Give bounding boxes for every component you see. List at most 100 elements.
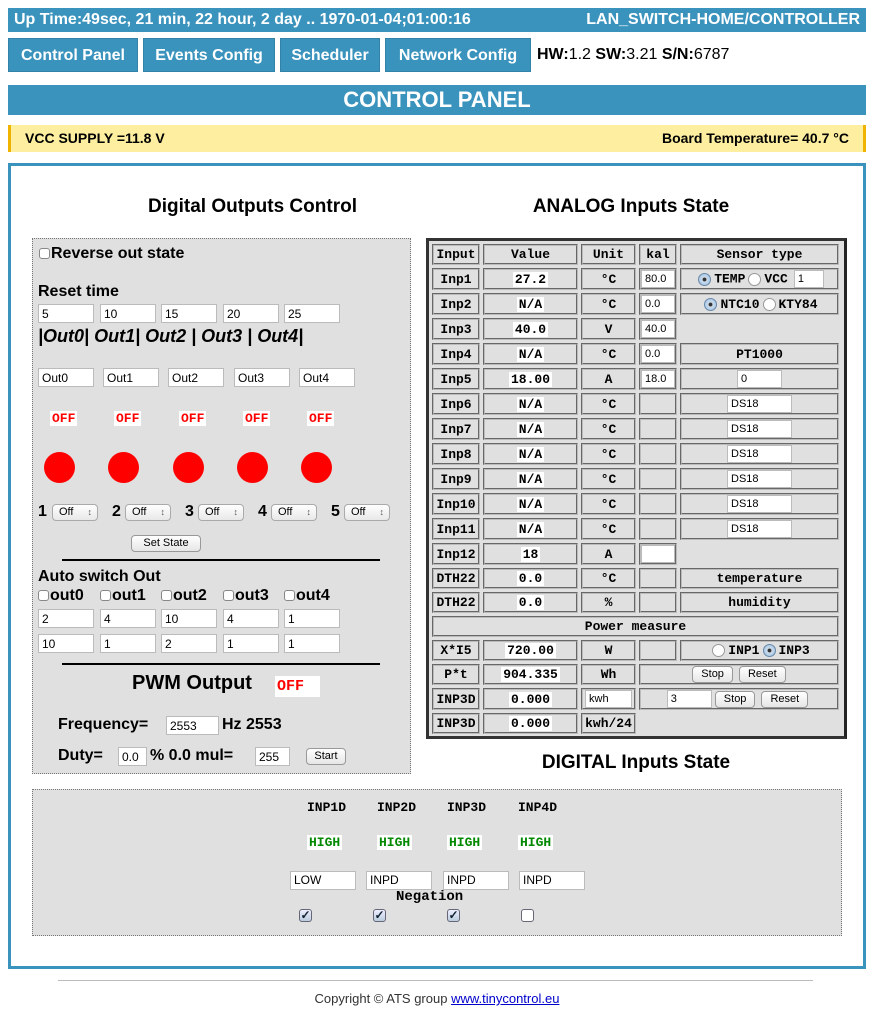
auto-on-time-input[interactable] — [223, 609, 279, 628]
board-temperature: Board Temperature= 40.7 °C — [661, 130, 849, 146]
kal-input[interactable]: 80.0 — [641, 270, 675, 288]
digital-input-state: HIGH — [518, 835, 554, 850]
kal-input[interactable]: 0.0 — [641, 345, 675, 363]
input-name: DTH22 — [432, 568, 480, 589]
radio-button[interactable] — [712, 644, 726, 658]
auto-switch-checkbox[interactable]: out1 — [100, 587, 146, 605]
mul-input[interactable] — [255, 747, 290, 766]
kal-input[interactable]: 18.0 — [641, 370, 675, 388]
negation-checkbox[interactable]: ✓ — [373, 909, 386, 922]
reset-button[interactable]: Reset — [738, 666, 786, 683]
auto-off-time-input[interactable] — [100, 634, 156, 653]
sensor-input[interactable]: DS18 — [727, 520, 792, 538]
unit-input[interactable]: kwh — [585, 690, 632, 708]
output-name-input[interactable] — [168, 368, 224, 387]
negation-checkbox[interactable]: ✓ — [447, 909, 460, 922]
radio-button[interactable] — [748, 272, 762, 286]
auto-switch-checkbox[interactable]: out3 — [223, 587, 269, 605]
kal-cell — [639, 543, 677, 565]
kal-input[interactable] — [641, 545, 675, 563]
digital-input-label-input[interactable]: INPD — [443, 871, 509, 890]
vcc-supply: VCC SUPPLY =11.8 V — [25, 130, 165, 146]
input-name: Inp6 — [432, 393, 480, 415]
auto-on-time-input[interactable] — [161, 609, 217, 628]
auto-on-time-input[interactable] — [284, 609, 340, 628]
output-state-select[interactable]: Off — [271, 504, 317, 521]
radio-button[interactable] — [762, 644, 776, 658]
radio-button[interactable] — [762, 297, 776, 311]
output-name-input[interactable] — [299, 368, 355, 387]
reset-time-input[interactable] — [223, 304, 279, 323]
auto-on-time-input[interactable] — [38, 609, 94, 628]
reset-time-input[interactable] — [100, 304, 156, 323]
sensor-input[interactable]: DS18 — [727, 470, 792, 488]
reverse-out-state[interactable]: Reverse out state — [39, 245, 184, 263]
negation-checkbox[interactable] — [521, 909, 534, 922]
checkbox[interactable] — [100, 590, 111, 602]
output-name-input[interactable] — [38, 368, 94, 387]
auto-switch-label: Auto switch Out — [38, 568, 161, 585]
input-unit: kwh — [581, 688, 636, 710]
digital-input-label-input[interactable]: INPD — [366, 871, 432, 890]
sensor-input[interactable]: DS18 — [727, 395, 792, 413]
auto-switch-checkbox[interactable]: out0 — [38, 587, 84, 605]
input-name-text: Inp12 — [436, 546, 476, 562]
checkbox[interactable] — [38, 590, 49, 602]
reset-button[interactable]: Reset — [761, 690, 809, 708]
sensor-input[interactable]: DS18 — [727, 495, 792, 513]
digital-input-label-input[interactable]: INPD — [519, 871, 585, 890]
auto-off-time-input[interactable] — [161, 634, 217, 653]
input-unit: °C — [581, 418, 636, 440]
frequency-input[interactable] — [166, 716, 219, 735]
radio-button[interactable] — [704, 297, 718, 311]
sensor-param-input[interactable]: 1 — [793, 270, 824, 288]
input-unit: °C — [581, 518, 636, 540]
input-name: Inp7 — [432, 418, 480, 440]
auto-off-time-input[interactable] — [38, 634, 94, 653]
start-button[interactable]: Start — [306, 748, 346, 765]
reverse-checkbox[interactable] — [39, 248, 50, 260]
output-name-input[interactable] — [103, 368, 159, 387]
nav-network-config[interactable]: Network Config — [385, 38, 531, 72]
nav-events-config[interactable]: Events Config — [143, 38, 275, 72]
auto-out-label: out1 — [112, 587, 146, 604]
input-name: Inp10 — [432, 493, 480, 515]
checkbox[interactable] — [223, 590, 234, 602]
input-name-text: Inp8 — [440, 446, 472, 462]
output-state-select[interactable]: Off — [52, 504, 98, 521]
reset-time-input[interactable] — [284, 304, 340, 323]
negation-checkbox[interactable]: ✓ — [299, 909, 312, 922]
sensor-input[interactable]: 0 — [737, 370, 782, 388]
output-state-select[interactable]: Off — [344, 504, 390, 521]
sensor-input[interactable]: DS18 — [727, 445, 792, 463]
input-name: Inp12 — [432, 543, 480, 565]
counter-input[interactable]: 3 — [666, 690, 712, 708]
stop-button[interactable]: Stop — [692, 666, 733, 683]
digital-input-label-input[interactable]: LOW — [290, 871, 356, 890]
output-state-label: OFF — [114, 411, 142, 426]
sensor-input[interactable]: DS18 — [727, 420, 792, 438]
auto-off-time-input[interactable] — [223, 634, 279, 653]
auto-off-time-input[interactable] — [284, 634, 340, 653]
auto-on-time-input[interactable] — [100, 609, 156, 628]
auto-switch-checkbox[interactable]: out2 — [161, 587, 207, 605]
radio-label: NTC10 — [720, 296, 760, 312]
nav-control-panel[interactable]: Control Panel — [8, 38, 138, 72]
radio-button[interactable] — [698, 272, 712, 286]
set-state-button[interactable]: Set State — [131, 535, 201, 552]
checkbox[interactable] — [161, 590, 172, 602]
nav-scheduler[interactable]: Scheduler — [280, 38, 380, 72]
output-name-input[interactable] — [234, 368, 290, 387]
input-name-text: Inp3 — [440, 321, 472, 337]
reset-time-input[interactable] — [38, 304, 94, 323]
duty-input[interactable] — [118, 747, 147, 766]
output-state-select[interactable]: Off — [198, 504, 244, 521]
reset-time-input[interactable] — [161, 304, 217, 323]
footer-link[interactable]: www.tinycontrol.eu — [451, 991, 559, 1006]
output-state-select[interactable]: Off — [125, 504, 171, 521]
stop-button[interactable]: Stop — [714, 690, 756, 708]
kal-input[interactable]: 40.0 — [641, 320, 675, 338]
kal-input[interactable]: 0.0 — [641, 295, 675, 313]
auto-switch-checkbox[interactable]: out4 — [284, 587, 330, 605]
checkbox[interactable] — [284, 590, 295, 602]
